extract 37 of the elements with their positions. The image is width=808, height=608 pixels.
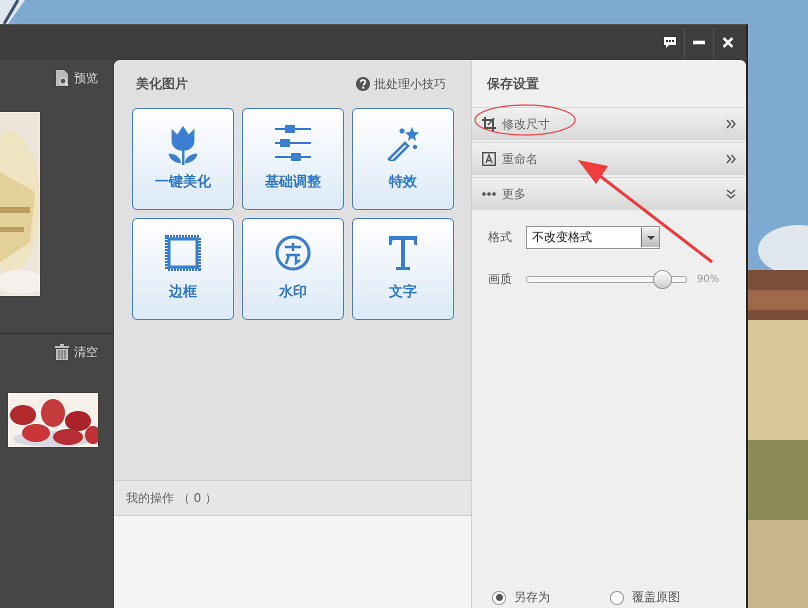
quality-value: 90%: [697, 274, 720, 285]
sliders-icon: [275, 125, 311, 161]
format-dropdown[interactable]: 不改变格式: [526, 226, 660, 249]
panel-title: 美化图片: [135, 76, 188, 93]
radio-option[interactable]: 另存为: [492, 589, 550, 606]
section-header[interactable]: 修改尺寸: [472, 107, 746, 140]
tool-button[interactable]: 一键美化: [132, 108, 234, 210]
trash-icon: [55, 344, 69, 360]
tool-button[interactable]: 特效: [352, 108, 454, 210]
document-search-icon: [55, 70, 69, 86]
close-icon[interactable]: [722, 37, 734, 48]
crop-icon: [482, 117, 496, 131]
panel-title: 保存设置: [487, 76, 539, 92]
frame-icon: [165, 235, 201, 271]
tool-button[interactable]: 基础调整: [242, 108, 344, 210]
tool-button[interactable]: 文字: [352, 218, 454, 320]
slider-thumb[interactable]: [653, 270, 672, 289]
radio-option[interactable]: 覆盖原图: [610, 589, 680, 606]
section-header[interactable]: 更多: [472, 177, 746, 210]
field-label: 画质: [488, 271, 512, 288]
field-label: 格式: [488, 229, 512, 246]
tool-button[interactable]: 水印: [242, 218, 344, 320]
radio-button[interactable]: [610, 590, 624, 604]
preview-button[interactable]: 预览: [55, 69, 98, 87]
feedback-icon[interactable]: [664, 37, 676, 48]
help-icon: [356, 77, 370, 91]
letter-a-icon: [482, 152, 496, 166]
dots-icon: [482, 192, 496, 196]
tips-link[interactable]: 批处理小技巧: [356, 76, 446, 92]
history-label: 我的操作 （ 0 ）: [126, 490, 218, 506]
caret-icon: [646, 236, 654, 240]
radio-button[interactable]: [492, 590, 506, 604]
tool-button[interactable]: 边框: [132, 218, 234, 320]
stamp-icon: [275, 235, 311, 271]
section-header[interactable]: 重命名: [472, 142, 746, 175]
clear-button[interactable]: 清空: [55, 343, 98, 361]
magic-wand-icon: [385, 125, 421, 161]
